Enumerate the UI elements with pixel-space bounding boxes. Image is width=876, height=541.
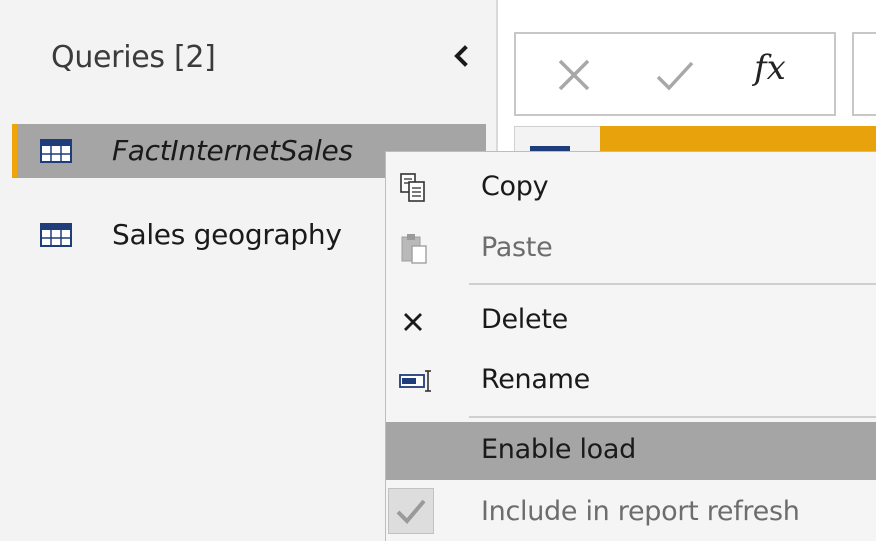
formula-bar-controls: fx [514,32,836,116]
cancel-x-icon [558,59,590,91]
delete-x-icon [404,313,422,331]
checkbox-checked-icon [388,488,434,534]
checkmark-icon [656,61,694,91]
table-icon [40,223,72,247]
query-item-label: FactInternetSales [112,134,353,167]
menu-item-label: Rename [481,364,590,395]
query-item-label: Sales geography [112,218,342,251]
selection-accent [12,124,17,178]
fx-button[interactable]: fx [754,48,786,88]
queries-pane-title: Queries [2] [51,40,216,75]
menu-item-label: Enable load [481,434,636,465]
menu-item-label: Copy [481,171,549,202]
rename-icon [399,370,431,392]
menu-separator [469,283,876,285]
checkmark-glyph [396,499,426,524]
table-icon [40,139,72,163]
formula-input[interactable] [852,32,876,116]
chevron-left-icon [454,45,468,67]
menu-item-paste[interactable]: Paste [386,220,876,278]
power-query-editor: Queries [2] FactInternetSales Sales geog… [0,0,876,541]
menu-item-label: Paste [481,232,553,263]
copy-icon [400,173,425,202]
menu-item-label: Include in report refresh [481,496,800,527]
menu-item-copy[interactable]: Copy [386,159,876,217]
menu-item-rename[interactable]: Rename [386,352,876,410]
menu-item-include-in-report-refresh[interactable]: Include in report refresh [386,484,876,541]
cancel-formula-button[interactable] [554,55,594,95]
paste-icon [401,234,427,264]
collapse-queries-pane-button[interactable] [446,36,476,76]
context-menu: Copy Paste Delete Rename Enable load Inc… [385,151,876,541]
commit-formula-button[interactable] [654,55,696,95]
menu-item-label: Delete [481,304,568,335]
menu-item-delete[interactable]: Delete [386,292,876,350]
menu-item-enable-load[interactable]: Enable load [386,422,876,480]
menu-separator [469,416,876,418]
